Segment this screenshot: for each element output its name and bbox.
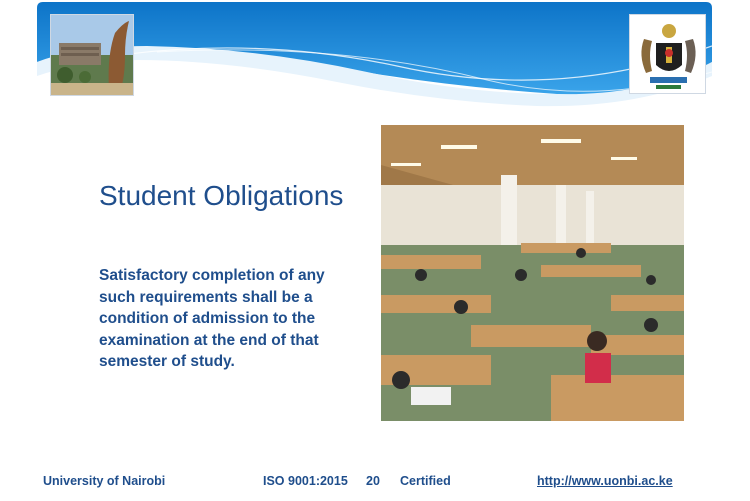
footer-institution: University of Nairobi xyxy=(43,474,166,488)
footer-certified: Certified xyxy=(400,474,451,488)
header-wave xyxy=(37,2,712,107)
header-banner xyxy=(37,2,712,112)
university-crest-image xyxy=(629,14,706,94)
library-reading-hall-image xyxy=(381,125,684,421)
slide-title: Student Obligations xyxy=(99,180,344,211)
campus-building-image xyxy=(50,14,134,96)
slide-body-text: Satisfactory completion of any such requ… xyxy=(99,267,325,370)
slide-number: 20 xyxy=(366,474,380,488)
footer-iso: ISO 9001:2015 xyxy=(263,474,348,488)
footer-url-link[interactable]: http://www.uonbi.ac.ke xyxy=(537,474,673,488)
